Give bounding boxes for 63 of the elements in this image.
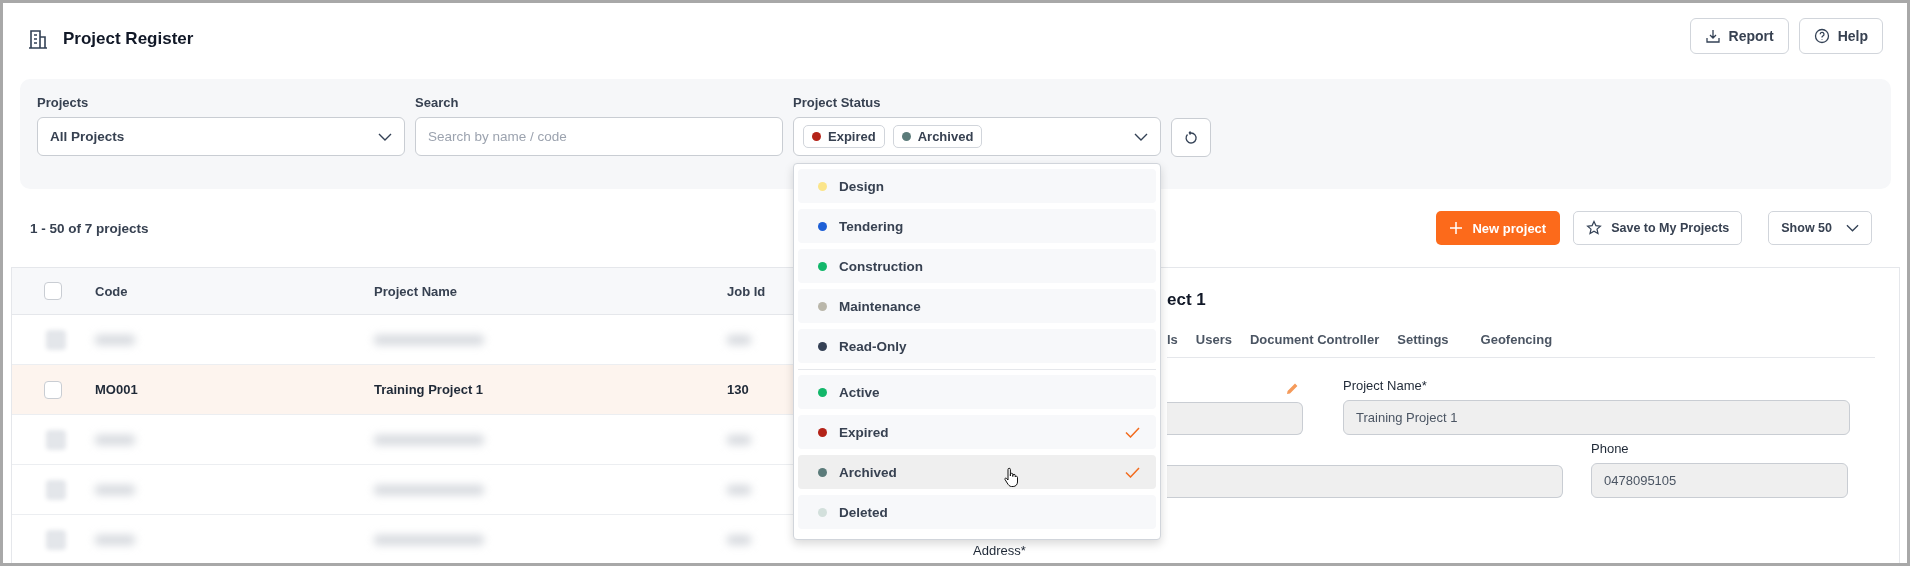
status-option[interactable]: Maintenance <box>798 289 1156 323</box>
column-header: Job Id <box>727 283 766 299</box>
chevron-down-icon <box>378 132 392 141</box>
select-all-checkbox[interactable] <box>44 282 62 300</box>
status-option[interactable]: Archived <box>798 455 1156 489</box>
search-field[interactable]: Search by name / code <box>415 117 783 156</box>
chevron-down-icon <box>1134 132 1148 141</box>
tab[interactable]: Geofencing <box>1480 332 1553 347</box>
chip-label: Expired <box>828 129 876 144</box>
field-label: Phone <box>1591 441 1629 456</box>
plus-icon <box>1450 222 1463 234</box>
pencil-icon <box>1286 382 1299 395</box>
row-checkbox[interactable] <box>44 380 62 399</box>
refresh-icon <box>1184 130 1198 145</box>
building-icon <box>27 28 49 50</box>
page-title: Project Register <box>63 29 194 49</box>
blurred-text <box>727 534 751 545</box>
status-option[interactable]: Read-Only <box>798 329 1156 363</box>
chip-label: Archived <box>917 129 974 144</box>
star-icon <box>1586 220 1603 236</box>
field-label: Projects <box>37 95 89 110</box>
status-option[interactable]: Tendering <box>798 209 1156 243</box>
blurred-text <box>95 434 135 445</box>
status-option[interactable]: Expired <box>798 415 1156 449</box>
column-header: Project Name <box>374 283 458 299</box>
blurred-text <box>727 434 751 445</box>
status-option[interactable]: Design <box>798 169 1156 203</box>
blurred-text <box>95 484 135 495</box>
pointer-hand-icon <box>1004 467 1018 487</box>
chevron-down-icon <box>1846 224 1859 232</box>
header-button[interactable]: Help <box>1798 18 1883 54</box>
project-title: ect 1 <box>1167 290 1206 310</box>
blurred-text <box>95 534 135 545</box>
tab[interactable]: ls <box>1167 332 1178 347</box>
status-option[interactable]: Deleted <box>798 495 1156 529</box>
tab[interactable]: Users <box>1195 332 1232 347</box>
page-size-select[interactable]: Show 50 <box>1768 211 1872 245</box>
status-option[interactable]: Construction <box>798 249 1156 283</box>
table-cell: 130 <box>727 382 749 397</box>
status-option[interactable]: Active <box>798 375 1156 409</box>
tab[interactable]: Document Controller <box>1250 332 1380 347</box>
column-header: Code <box>95 283 128 299</box>
project-name-field[interactable]: Training Project 1 <box>1343 400 1850 435</box>
status-select[interactable]: Expired Archived <box>793 117 1161 156</box>
blurred-text <box>727 484 751 495</box>
tab[interactable]: Settings <box>1397 332 1449 347</box>
header-button[interactable]: Report <box>1689 18 1789 54</box>
field-label: Search <box>415 95 459 110</box>
field-label: Address* <box>973 543 1026 558</box>
blurred-text <box>95 334 135 345</box>
table-cell: MO001 <box>95 382 138 397</box>
result-count: 1 - 50 of 7 projects <box>30 220 149 236</box>
phone-field[interactable]: 0478095105 <box>1591 463 1848 498</box>
projects-select[interactable]: All Projects <box>37 117 405 156</box>
table-cell: Training Project 1 <box>374 382 484 397</box>
download-icon <box>1704 28 1721 44</box>
save-button[interactable]: Save to My Projects <box>1573 211 1743 245</box>
blurred-text <box>727 334 751 345</box>
field-label: Project Status <box>793 95 881 110</box>
input-field[interactable] <box>1167 465 1563 498</box>
help-icon <box>1813 28 1830 44</box>
reset-button[interactable] <box>1171 118 1211 157</box>
field-label: Project Name* <box>1343 378 1427 393</box>
